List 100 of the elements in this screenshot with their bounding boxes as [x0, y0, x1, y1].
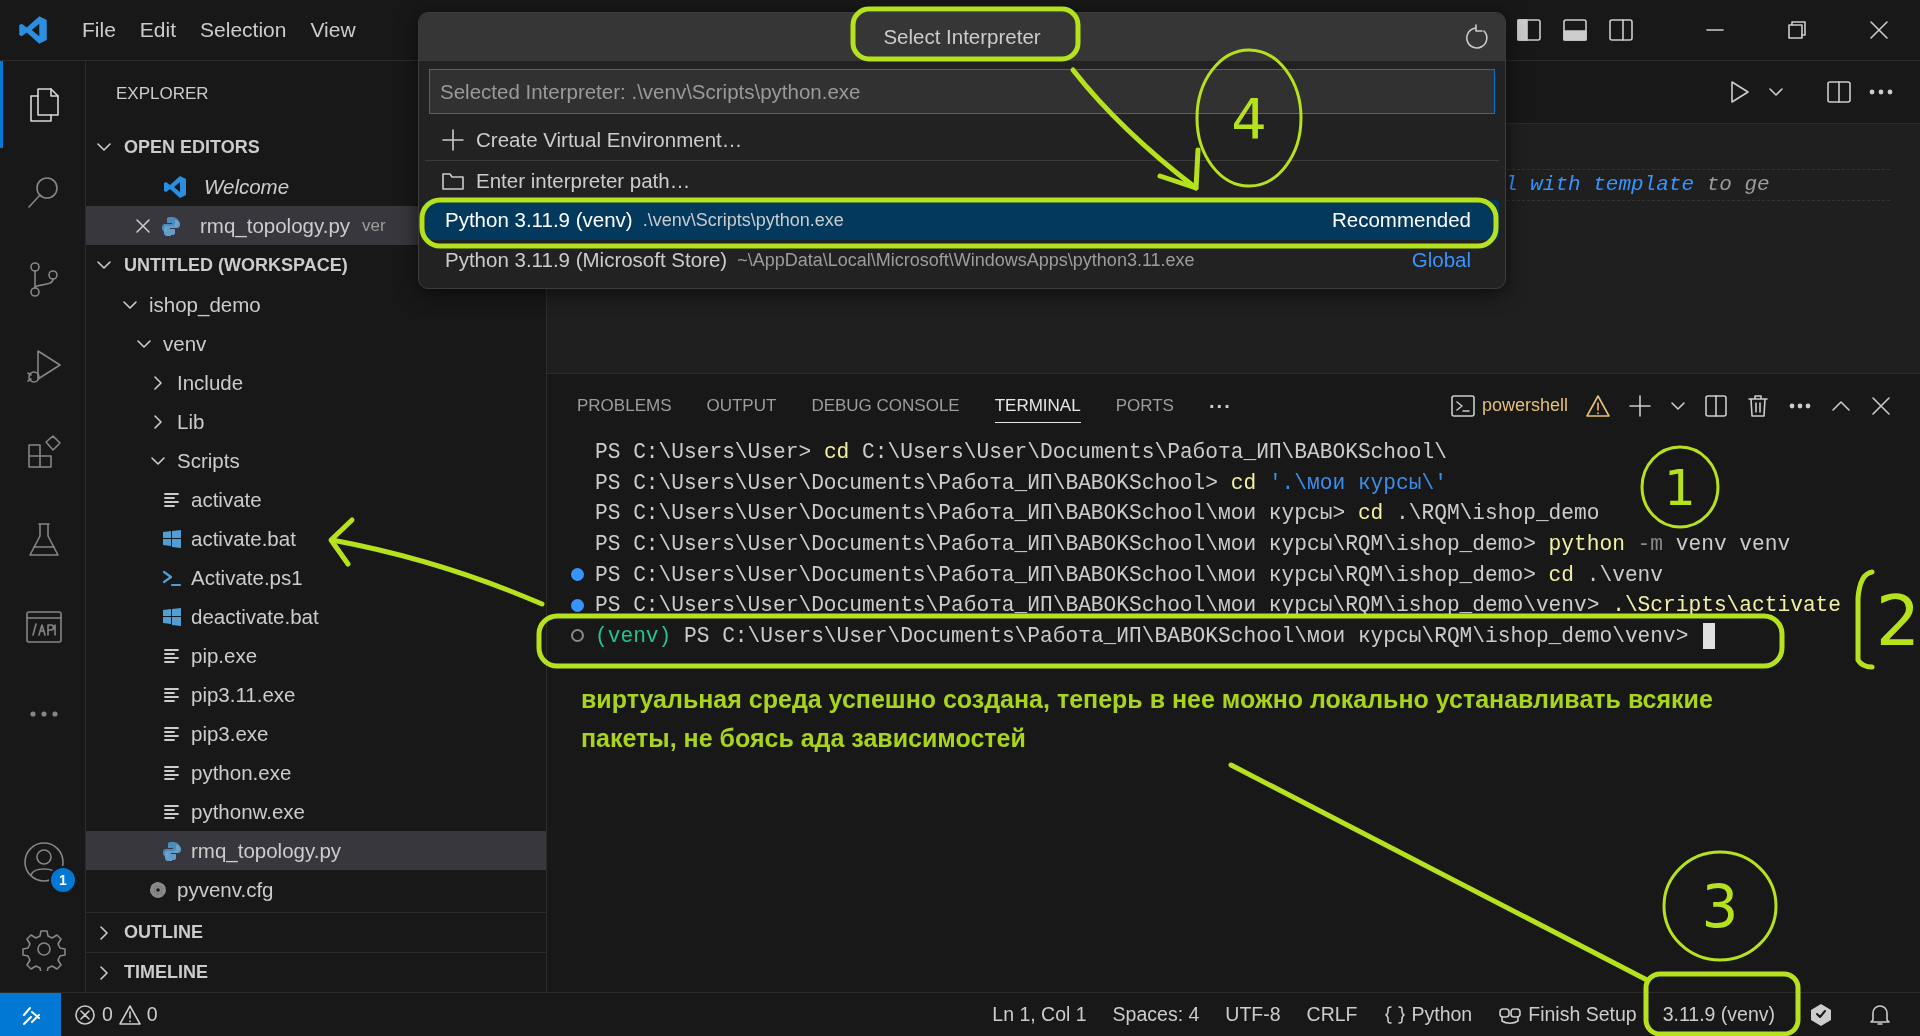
tree-item[interactable]: deactivate.bat [86, 597, 546, 636]
setup-status[interactable]: Finish Setup [1485, 994, 1650, 1035]
terminal-line: PS C:\Users\User\Documents\Работа_ИП\BABOKSchool\мои курсы\RQM\ishop_demo> cd .\venv [595, 562, 1664, 587]
terminal-line: PS C:\Users\User\Documents\Работа_ИП\BABOKSchool> cd '.\мои курсы\' [595, 470, 1447, 495]
hexagon-icon[interactable] [1808, 1001, 1834, 1028]
text-file-icon [163, 802, 181, 821]
tree-item[interactable]: activate.bat [86, 519, 546, 558]
panel-tab[interactable]: PROBLEMS [577, 388, 672, 423]
more-tabs-button[interactable]: ··· [1208, 386, 1232, 425]
status-item[interactable]: UTF-8 [1212, 994, 1294, 1035]
callout-number: 2 [1875, 580, 1920, 663]
tree-item[interactable]: Activate.ps1 [86, 558, 546, 597]
panel-tab[interactable]: DEBUG CONSOLE [811, 388, 960, 423]
status-item[interactable]: 3.11.9 (venv) [1649, 994, 1788, 1035]
status-item[interactable]: CRLF [1293, 994, 1371, 1035]
tree-item[interactable]: pythonw.exe [86, 792, 546, 831]
layout-secondary-icon[interactable] [1608, 17, 1634, 43]
close-icon[interactable] [1870, 394, 1892, 417]
terminal-name[interactable]: powershell [1481, 395, 1568, 416]
tree-item[interactable]: activate [86, 480, 546, 519]
plus-icon[interactable] [1628, 393, 1652, 418]
python-icon [161, 215, 181, 236]
tree-item[interactable]: pip3.exe [86, 714, 546, 753]
folder-name: Include [177, 370, 244, 395]
panel-tab[interactable]: PORTS [1115, 388, 1174, 423]
file-name: python.exe [191, 760, 292, 785]
file-name: pip.exe [191, 643, 258, 668]
terminal-line: PS C:\Users\User\Documents\Работа_ИП\BABOKSchool\мои курсы> cd .\RQM\ishop_demo [595, 501, 1600, 526]
braces-icon [1383, 1003, 1406, 1026]
error-icon [74, 1003, 96, 1026]
menu-item[interactable]: Selection [188, 12, 299, 48]
text-file-icon [163, 763, 181, 782]
dialog-title: Select Interpreter [883, 25, 1041, 49]
section-header[interactable]: UNTITLED (WORKSPACE) [124, 254, 348, 276]
restore-icon[interactable] [1786, 19, 1808, 41]
file-name: deactivate.bat [191, 604, 319, 629]
folder-name: Scripts [177, 448, 240, 473]
menu-item[interactable]: View [298, 12, 368, 48]
section-header[interactable]: OUTLINE [124, 922, 203, 943]
command-success-dot[interactable] [571, 598, 584, 612]
split-editor-icon[interactable] [1826, 79, 1852, 105]
section-header[interactable]: OPEN EDITORS [124, 136, 260, 158]
menu-item[interactable]: Edit [127, 12, 189, 48]
file-name: Welcome [204, 174, 290, 199]
text-file-icon [163, 724, 181, 743]
plus-icon [441, 128, 465, 152]
problems-status[interactable]: 0 0 [61, 994, 171, 1035]
terminal-line: PS C:\Users\User> cd C:\Users\User\Documents\Работа_ИП\BABOKSchool\ [595, 440, 1447, 465]
tree-item[interactable]: pip3.11.exe [86, 675, 546, 714]
terminal-line: PS C:\Users\User\Documents\Работа_ИП\BABOKSchool\мои курсы\RQM\ishop_demo> python -m venv venv [595, 532, 1791, 557]
status-item[interactable]: Spaces: 4 [1099, 994, 1213, 1035]
panel-tab[interactable]: TERMINAL [994, 388, 1081, 423]
close-icon[interactable] [1868, 19, 1890, 41]
text-file-icon [163, 490, 181, 509]
file-name: activate [191, 487, 262, 512]
callout-number: 1 [1664, 459, 1696, 517]
close-icon[interactable] [134, 216, 152, 235]
windows-icon [162, 606, 182, 627]
remote-button[interactable] [0, 993, 61, 1036]
folder-item[interactable]: venv [86, 324, 546, 363]
picker-option[interactable]: Enter interpreter path… [425, 160, 1499, 200]
refresh-icon[interactable] [1463, 24, 1491, 52]
section-header[interactable]: TIMELINE [124, 962, 208, 983]
folder-name: ishop_demo [149, 292, 261, 317]
panel-tab[interactable]: OUTPUT [706, 388, 777, 423]
terminal-line: PS C:\Users\User\Documents\Работа_ИП\BABOKSchool\мои курсы\RQM\ishop_demo\venv> .\Scripts\activate [595, 593, 1842, 618]
terminal-icon[interactable] [1449, 392, 1476, 419]
python-icon [162, 840, 182, 861]
folder-item[interactable]: Include [86, 363, 546, 402]
command-pending-dot[interactable] [571, 629, 584, 643]
menu-item[interactable]: File [70, 12, 128, 48]
tree-item[interactable]: python.exe [86, 753, 546, 792]
terminal-line: (venv) PS C:\Users\User\Documents\Работа_ИП\BABOKSchool\мои курсы\RQM\ishop_demo\venv> [595, 623, 1690, 648]
tree-item[interactable]: pip.exe [86, 636, 546, 675]
notification-badge: 1 [49, 866, 77, 894]
command-success-dot[interactable] [571, 568, 584, 582]
tree-item[interactable]: pyvenv.cfg [86, 870, 546, 909]
windows-icon [162, 528, 182, 549]
tree-item[interactable]: rmq_topology.py [86, 831, 546, 870]
sidebar-title: EXPLORER [116, 84, 209, 104]
file-name: pip3.exe [191, 721, 269, 746]
file-name: activate.bat [191, 526, 296, 551]
status-item[interactable]: Ln 1, Col 1 [979, 994, 1100, 1035]
folder-item[interactable]: Lib [86, 402, 546, 441]
folder-item[interactable]: ishop_demo [86, 285, 546, 324]
file-name: pip3.11.exe [191, 682, 296, 707]
layout-sidebar-icon[interactable] [1516, 17, 1542, 43]
language-mode[interactable]: Python [1370, 994, 1486, 1035]
picker-option[interactable]: Python 3.11.9 (venv) .\venv\Scripts\python.exe Recommended [425, 200, 1499, 240]
vscode-logo-icon [163, 174, 187, 199]
folder-item[interactable]: Scripts [86, 441, 546, 480]
file-name: rmq_topology.py [191, 838, 342, 863]
file-name: pyvenv.cfg [177, 877, 274, 902]
warning-icon [1586, 393, 1610, 418]
bell-icon[interactable] [1868, 1002, 1892, 1027]
split-terminal-icon[interactable] [1704, 393, 1728, 418]
layout-panel-icon[interactable] [1562, 17, 1588, 43]
trash-icon[interactable] [1746, 393, 1770, 418]
vscode-logo-icon [18, 15, 48, 45]
annotation-note: виртуальная среда успешно создана, теперь в нее можно локально устанавливать всякие пакеты, не боясь ада зависимостей [581, 684, 1714, 754]
